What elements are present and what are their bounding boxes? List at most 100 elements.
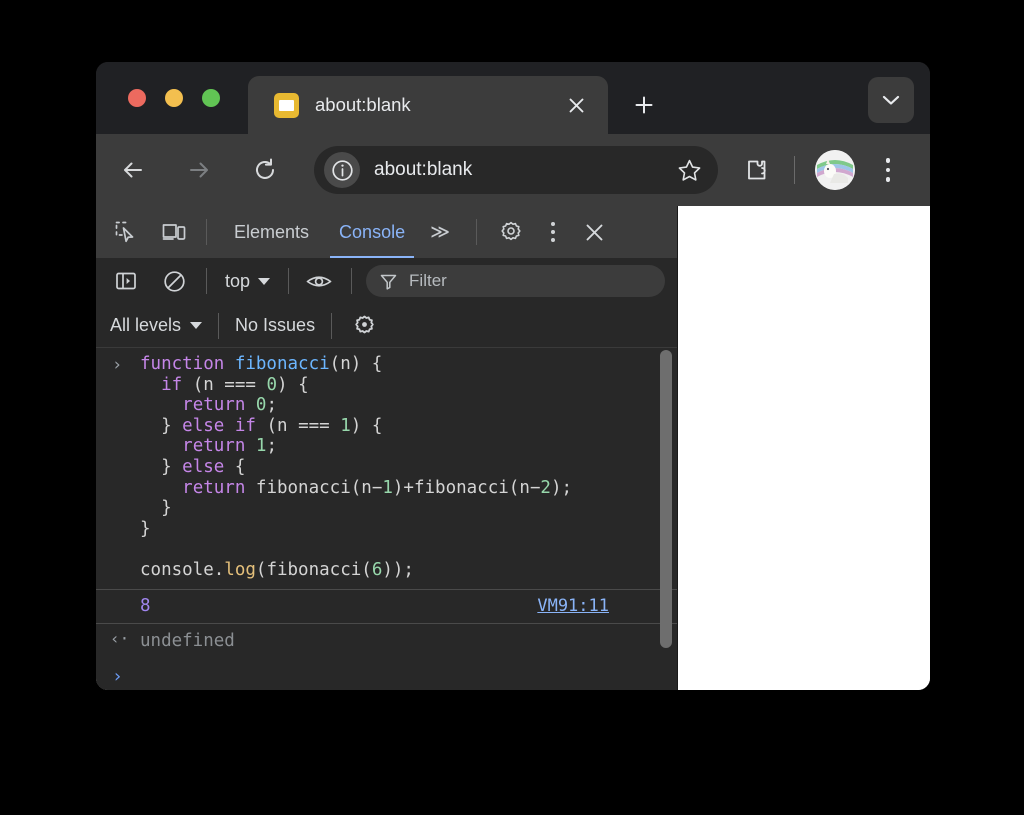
- console-eval-result-row: ‹· undefined: [96, 624, 677, 658]
- chevron-down-icon: [190, 322, 203, 329]
- code-token: ;: [266, 395, 278, 416]
- code-token: }: [140, 518, 151, 539]
- code-token: fibonacci: [234, 354, 330, 374]
- console-prompt-row[interactable]: ›: [96, 658, 677, 690]
- code-token: }: [140, 456, 183, 477]
- console-filter-input[interactable]: Filter: [366, 265, 665, 297]
- tab-title: about:blank: [315, 94, 411, 115]
- filter-funnel-icon: [380, 273, 397, 290]
- code-token: 1: [255, 436, 267, 457]
- code-token: else: [182, 456, 225, 477]
- gear-icon[interactable]: [493, 215, 529, 249]
- tab-console-label: Console: [339, 221, 406, 242]
- execution-context-selector[interactable]: top: [221, 266, 274, 296]
- clear-console-icon[interactable]: [156, 264, 192, 298]
- window-minimize-button[interactable]: [165, 89, 183, 107]
- content-area: Elements Console ≫ top Filter All levels…: [96, 206, 930, 690]
- execution-context-label: top: [225, 270, 251, 291]
- device-toggle-icon[interactable]: [156, 215, 192, 249]
- chevron-down-icon: [258, 277, 271, 285]
- inspect-element-icon[interactable]: [108, 215, 144, 249]
- star-icon[interactable]: [674, 155, 704, 185]
- code-token: return: [182, 395, 246, 416]
- code-line: console.log(fibonacci(6));: [140, 560, 677, 581]
- window-traffic-lights: [128, 89, 220, 107]
- code-token: 0: [266, 374, 277, 395]
- console-settings-gear-icon[interactable]: [346, 309, 382, 343]
- browser-toolbar: about:blank: [96, 134, 930, 206]
- code-line: return 0;: [140, 395, 677, 416]
- code-token: (fibonacci(: [255, 559, 372, 580]
- console-message-area[interactable]: › function fibonacci(n) { if (n === 0) {…: [96, 348, 677, 690]
- live-expressions-eye-icon[interactable]: [301, 264, 337, 298]
- devtools-three-dot-menu-icon[interactable]: [539, 215, 567, 249]
- console-prompt-arrow: ›: [112, 355, 123, 375]
- console-toolbar: top Filter: [96, 258, 677, 304]
- console-filter-placeholder: Filter: [409, 271, 447, 290]
- code-token: {: [224, 456, 246, 477]
- toolbar-divider: [331, 312, 333, 339]
- console-level-toolbar: All levels No Issues: [96, 304, 677, 348]
- toolbar-divider: [206, 268, 207, 294]
- code-line: return fibonacci(n−1)+fibonacci(n−2);: [140, 478, 677, 499]
- new-tab-button[interactable]: [624, 85, 664, 125]
- code-token: (n) {: [329, 354, 383, 374]
- code-token: ));: [382, 559, 414, 580]
- code-token: 1: [340, 415, 351, 436]
- arrow-left-icon[interactable]: [112, 149, 154, 191]
- browser-window: about:blank about:blank Elements Console…: [96, 62, 930, 690]
- code-token: if: [161, 374, 183, 395]
- reload-icon[interactable]: [244, 149, 286, 191]
- log-level-label: All levels: [110, 315, 182, 335]
- code-token: 0: [255, 395, 267, 416]
- address-bar[interactable]: about:blank: [314, 146, 718, 194]
- toolbar-divider: [351, 268, 353, 294]
- code-line: } else if (n === 1) {: [140, 416, 677, 437]
- code-token: return: [182, 477, 246, 498]
- code-token: 6: [371, 559, 383, 580]
- console-scroll-container: › function fibonacci(n) { if (n === 0) {…: [96, 348, 677, 690]
- code-token: return: [182, 436, 246, 457]
- console-scrollbar[interactable]: [659, 350, 673, 648]
- code-token: 2: [540, 477, 551, 498]
- console-log-value: 8: [140, 596, 151, 617]
- tab-console[interactable]: Console: [324, 206, 420, 258]
- console-eval-result-value: undefined: [140, 630, 235, 651]
- console-log-source-link[interactable]: VM91:11: [537, 596, 609, 616]
- browser-tab-about-blank[interactable]: about:blank: [248, 76, 608, 134]
- issues-counter[interactable]: No Issues: [235, 315, 315, 336]
- code-token: 1: [382, 477, 393, 498]
- page-viewport[interactable]: [678, 206, 930, 690]
- window-close-button[interactable]: [128, 89, 146, 107]
- three-dot-menu-icon[interactable]: [873, 153, 903, 187]
- unicorn-avatar[interactable]: [815, 150, 855, 190]
- code-token: }: [140, 498, 172, 519]
- close-icon[interactable]: [562, 91, 590, 119]
- code-token: }: [140, 415, 183, 436]
- window-zoom-button[interactable]: [202, 89, 220, 107]
- code-token: log: [224, 559, 256, 580]
- address-bar-input[interactable]: about:blank: [374, 159, 674, 181]
- console-input-entry: › function fibonacci(n) { if (n === 0) {…: [96, 350, 677, 583]
- log-level-selector[interactable]: All levels: [110, 311, 203, 341]
- blank-page-icon: [274, 92, 299, 118]
- info-icon[interactable]: [324, 152, 360, 188]
- tab-elements[interactable]: Elements: [219, 206, 324, 258]
- console-log-row: 8 VM91:11: [96, 588, 677, 624]
- toolbar-divider: [475, 219, 477, 245]
- tab-elements-label: Elements: [234, 221, 310, 242]
- more-tabs-button[interactable]: ≫: [420, 206, 460, 258]
- chevron-down-icon[interactable]: [868, 77, 914, 123]
- code-token: )+fibonacci(n−: [392, 477, 541, 498]
- code-token: );: [550, 477, 573, 498]
- console-input-arrow-icon: ›: [112, 666, 123, 688]
- console-scrollbar-thumb[interactable]: [660, 350, 672, 648]
- devtools-close-icon[interactable]: [577, 215, 613, 249]
- puzzle-piece-icon[interactable]: [740, 153, 774, 187]
- console-sidebar-icon[interactable]: [108, 264, 144, 298]
